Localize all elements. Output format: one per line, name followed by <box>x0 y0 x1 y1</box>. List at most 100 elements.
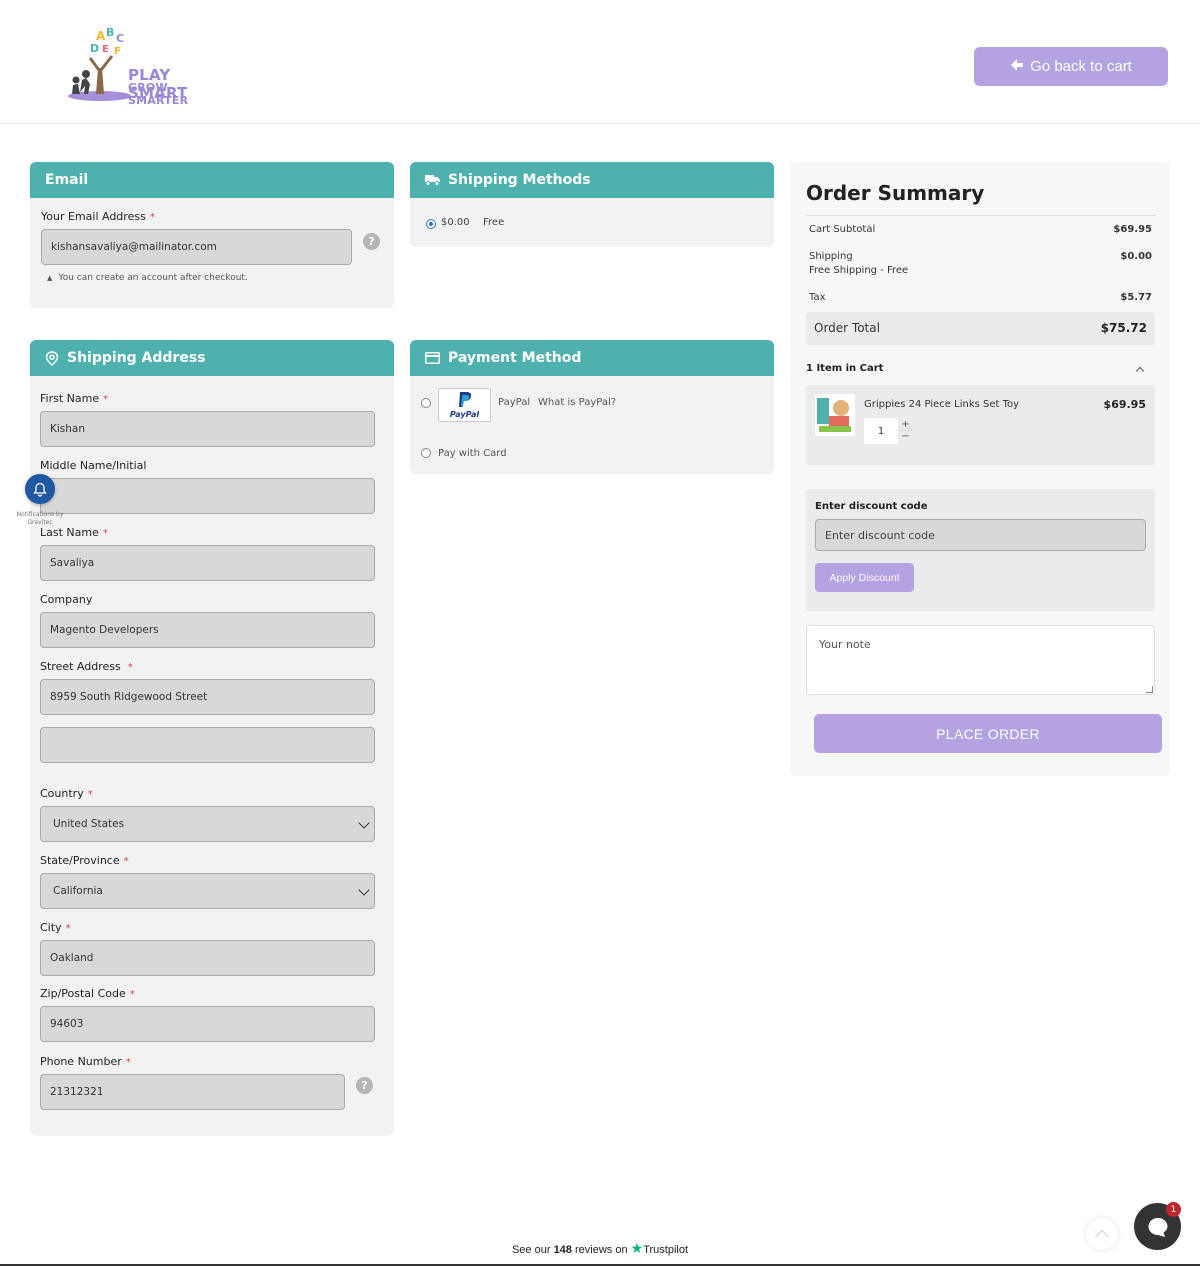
go-back-to-cart-button[interactable]: Go back to cart <box>974 47 1168 86</box>
shipping-method-price: $0.00 <box>441 217 470 228</box>
pay-with-card-radio[interactable] <box>421 448 431 458</box>
caret-up-icon: ▲ <box>47 274 53 282</box>
street-address-label: Street Address * <box>40 660 133 673</box>
phone-help-icon[interactable]: ? <box>356 1077 373 1094</box>
svg-text:C: C <box>116 32 124 45</box>
bell-icon <box>33 482 47 497</box>
chevron-down-icon <box>358 817 370 829</box>
last-name-input[interactable]: Savaliya <box>40 545 375 581</box>
svg-text:E: E <box>102 44 109 55</box>
shipping-label: Shipping <box>809 251 853 262</box>
place-order-button[interactable]: PLACE ORDER <box>814 714 1162 753</box>
order-total-value: $75.72 <box>1100 321 1147 335</box>
site-logo[interactable]: A B C D E F PLAY SMART GROW SMARTER <box>66 22 230 107</box>
quantity-increase-button[interactable]: + <box>899 418 912 431</box>
trust-prefix: See our <box>511 1244 551 1256</box>
city-label: City * <box>40 921 71 934</box>
state-label: State/Province * <box>40 854 129 867</box>
email-label: Your Email Address * <box>41 210 155 223</box>
shipping-method-summary: Free Shipping - Free <box>809 265 909 276</box>
state-select[interactable]: California <box>40 873 375 909</box>
tax-label: Tax <box>809 292 826 303</box>
email-card: Email Your Email Address * kishansavaliya… <box>30 162 394 308</box>
chevron-up-icon <box>1094 1229 1110 1245</box>
trust-review-count: 148 <box>553 1244 572 1256</box>
tax-row: Tax $5.77 <box>809 292 1152 303</box>
paypal-radio[interactable] <box>421 398 431 408</box>
quantity-stepper: 1 + − <box>864 418 914 444</box>
phone-label: Phone Number * <box>40 1055 131 1068</box>
pay-with-card-label: Pay with Card <box>438 448 507 459</box>
city-input[interactable]: Oakland <box>40 940 375 976</box>
email-card-title: Email <box>45 172 89 188</box>
items-in-cart-toggle[interactable]: 1 Item in Cart <box>806 362 1155 378</box>
logo-text-line2: GROW SMARTER <box>128 81 189 107</box>
discount-code-input[interactable]: Enter discount code <box>815 519 1146 551</box>
paypal-logo[interactable]: PayPal <box>438 388 491 422</box>
notification-caption: Notifications by Gravitec <box>16 511 64 526</box>
paypal-label: PayPal <box>498 397 531 408</box>
country-label: Country * <box>40 787 93 800</box>
payment-method-title: Payment Method <box>448 350 582 366</box>
shipping-method-name: Free <box>483 217 505 228</box>
first-name-label: First Name * <box>40 392 109 405</box>
svg-text:F: F <box>114 46 121 57</box>
street-address-line2-input[interactable] <box>40 727 375 763</box>
product-thumbnail[interactable] <box>815 394 855 436</box>
paypal-icon <box>459 392 472 407</box>
first-name-input[interactable]: Kishan <box>40 411 375 447</box>
cart-subtotal-row: Cart Subtotal $69.95 <box>809 224 1152 235</box>
order-total-label: Order Total <box>814 321 880 335</box>
shipping-methods-title: Shipping Methods <box>448 172 591 188</box>
country-select[interactable]: United States <box>40 806 375 842</box>
company-input[interactable]: Magento Developers <box>40 612 375 648</box>
order-total-row: Order Total $75.72 <box>806 312 1155 345</box>
cart-subtotal-label: Cart Subtotal <box>809 224 876 235</box>
order-summary-title: Order Summary <box>806 181 985 205</box>
company-label: Company <box>40 593 93 606</box>
phone-input[interactable]: 21312321 <box>40 1074 345 1110</box>
truck-icon <box>425 175 440 186</box>
chevron-up-icon <box>1135 366 1145 376</box>
trustpilot-widget[interactable]: See our 148 reviews on ★Trustpilot <box>0 1240 1200 1257</box>
payment-method-header: Payment Method <box>410 340 774 376</box>
shipping-value: $0.00 <box>1120 251 1152 262</box>
go-back-label: Go back to cart <box>1030 58 1132 75</box>
discount-code-label: Enter discount code <box>815 501 928 512</box>
summary-divider <box>806 215 1156 216</box>
items-in-cart-label: 1 Item in Cart <box>806 363 884 374</box>
quantity-input[interactable]: 1 <box>864 418 898 444</box>
notification-bell-button[interactable] <box>25 474 55 504</box>
scroll-to-top-button[interactable] <box>1086 1218 1118 1250</box>
trust-mid: reviews on <box>574 1244 628 1256</box>
email-help-icon[interactable]: ? <box>363 233 380 250</box>
chat-bubble-icon <box>1148 1217 1167 1237</box>
quantity-decrease-button[interactable]: − <box>899 431 912 444</box>
last-name-label: Last Name * <box>40 526 108 539</box>
shipping-method-radio[interactable] <box>426 219 436 229</box>
shipping-methods-header: Shipping Methods <box>410 162 774 198</box>
payment-method-card: Payment Method PayPal PayPal What is Pay… <box>410 340 774 474</box>
email-input[interactable]: kishansavaliya@mailinator.com <box>41 229 352 265</box>
zip-input[interactable]: 94603 <box>40 1006 375 1042</box>
middle-name-input[interactable] <box>40 478 375 514</box>
zip-label: Zip/Postal Code * <box>40 987 135 1000</box>
street-address-line1-input[interactable]: 8959 South Ridgewood Street <box>40 679 375 715</box>
paypal-logo-text: PayPal <box>449 410 480 419</box>
shipping-address-card: Shipping Address First Name * Kishan Midd… <box>30 340 394 1136</box>
country-selected-value: United States <box>53 818 125 830</box>
order-note-textarea[interactable]: Your note <box>806 625 1155 695</box>
product-toy-image <box>817 398 851 432</box>
shipping-methods-card: Shipping Methods $0.00 Free <box>410 162 774 247</box>
apply-discount-button[interactable]: Apply Discount <box>815 563 914 592</box>
site-header: A B C D E F PLAY SMART GROW SMARTER Go b… <box>0 0 1200 124</box>
svg-text:D: D <box>90 42 99 55</box>
svg-text:A: A <box>96 29 106 43</box>
location-pin-icon <box>45 350 59 366</box>
what-is-paypal-link[interactable]: What is PayPal? <box>538 397 616 408</box>
cart-item-name[interactable]: Grippies 24 Piece Links Set Toy <box>864 399 1019 410</box>
logo-tree-icon: A B C D E F <box>68 26 130 101</box>
middle-name-label: Middle Name/Initial <box>40 459 147 472</box>
trustpilot-brand: Trustpilot <box>643 1244 689 1256</box>
cart-subtotal-value: $69.95 <box>1113 224 1152 235</box>
